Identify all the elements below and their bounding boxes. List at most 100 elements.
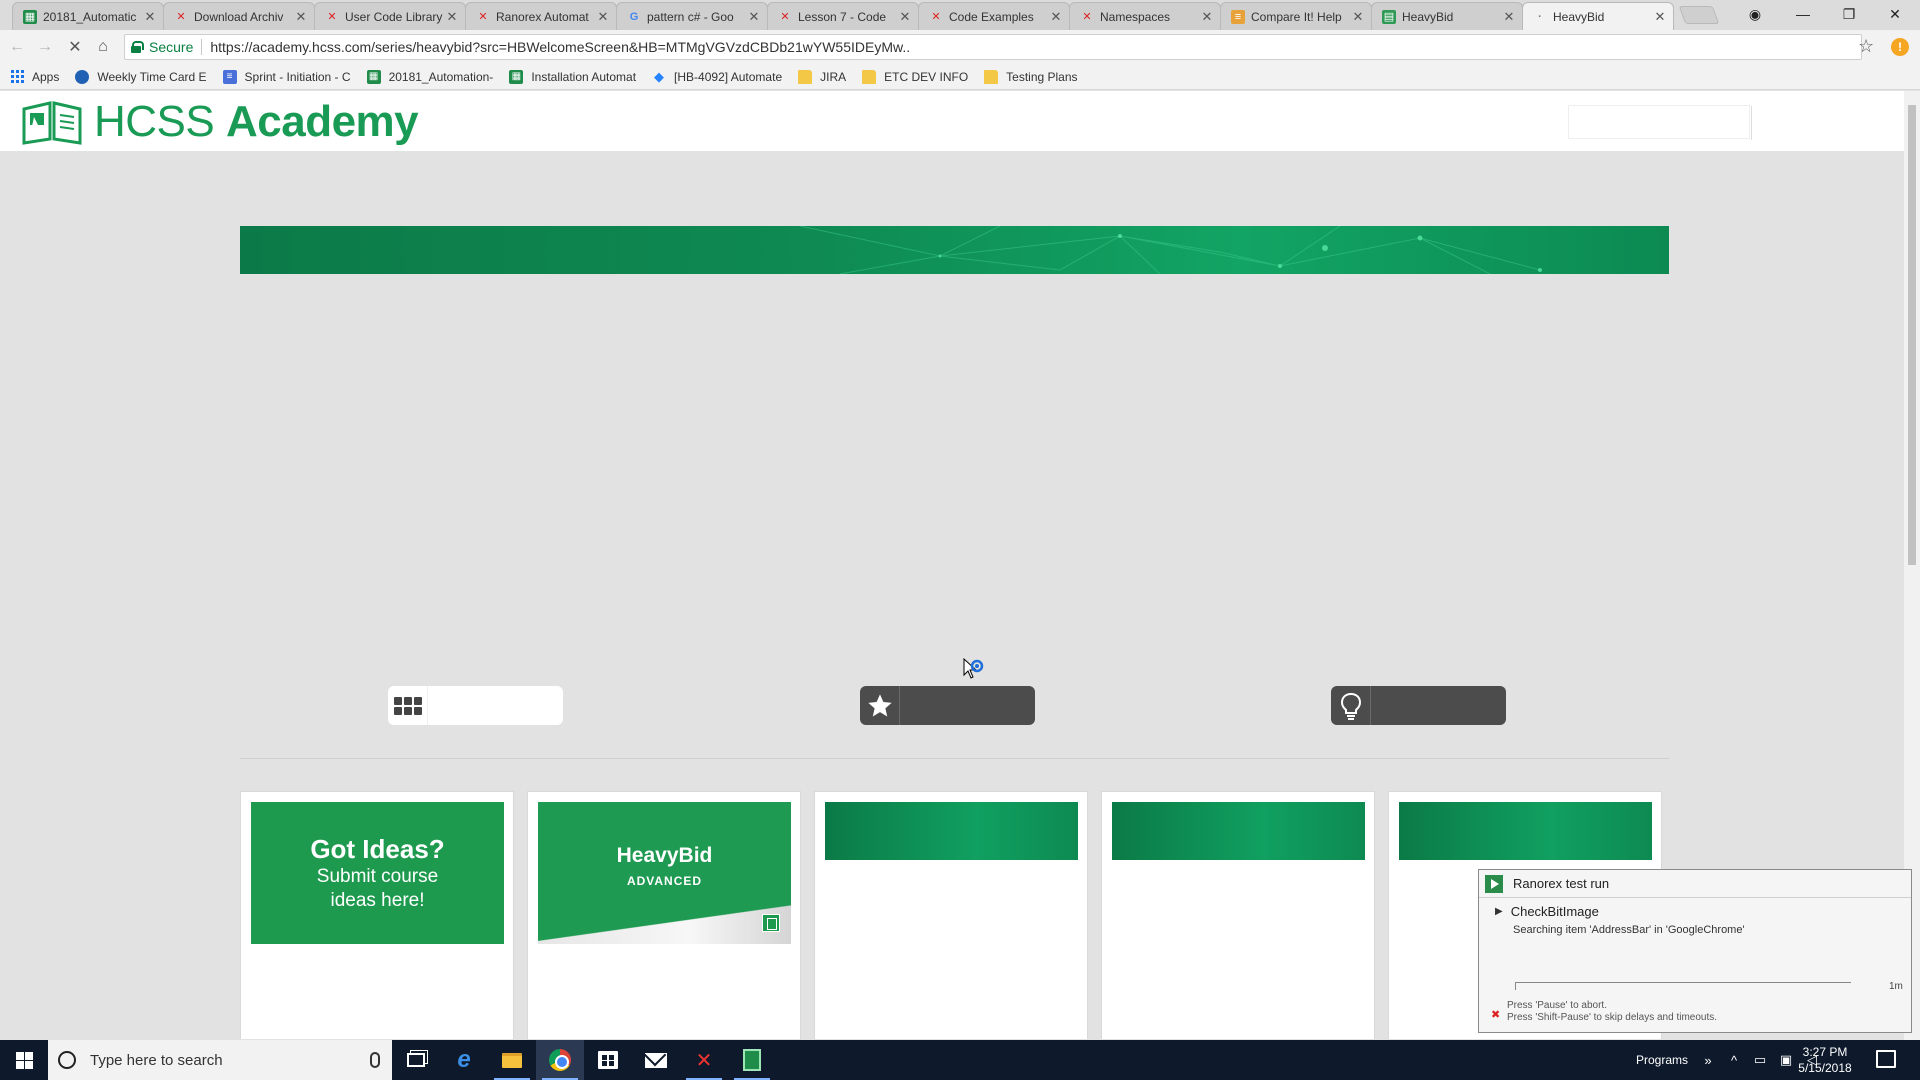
course-card[interactable] xyxy=(814,791,1088,1039)
card-subheading: ideas here! xyxy=(330,890,425,911)
close-icon[interactable]: ✕ xyxy=(1502,9,1516,25)
search-placeholder: Type here to search xyxy=(90,1051,223,1069)
address-bar[interactable]: Secure https://academy.hcss.com/series/h… xyxy=(124,34,1862,60)
browser-tab[interactable]: ✕ Download Archiv ✕ xyxy=(163,2,315,30)
battery-icon[interactable]: ▭ xyxy=(1750,1052,1770,1068)
notification-center-icon[interactable] xyxy=(1876,1050,1896,1068)
google-icon: G xyxy=(629,10,639,23)
ideas-filter-button[interactable] xyxy=(1331,686,1506,725)
logo-text-light: HCSS xyxy=(94,97,226,146)
task-view-button[interactable] xyxy=(392,1040,440,1080)
doc-icon: ≡ xyxy=(222,69,237,84)
new-tab-button[interactable] xyxy=(1678,6,1720,24)
edge-icon: e xyxy=(457,1046,471,1073)
home-button[interactable]: ⌂ xyxy=(92,36,114,58)
chevron-up-icon[interactable]: ^ xyxy=(1724,1053,1744,1068)
featured-filter-button[interactable] xyxy=(860,686,1035,725)
secure-label: Secure xyxy=(149,39,194,55)
ranorex-hint: Press 'Pause' to abort. Press 'Shift-Pau… xyxy=(1507,1000,1717,1024)
browser-tab[interactable]: ✕ Lesson 7 - Code ✕ xyxy=(767,2,919,30)
hint-line: Press 'Pause' to abort. xyxy=(1507,1000,1607,1011)
profile-icon[interactable]: ◉ xyxy=(1732,0,1778,28)
file-explorer-button[interactable] xyxy=(488,1040,536,1080)
microphone-icon[interactable] xyxy=(370,1052,380,1068)
browser-tab[interactable]: ✕ Ranorex Automat ✕ xyxy=(465,2,617,30)
window-close-button[interactable]: ✕ xyxy=(1872,0,1918,28)
header-search-box[interactable] xyxy=(1568,105,1752,140)
start-button[interactable] xyxy=(0,1040,48,1080)
chevron-right-icon[interactable]: » xyxy=(1698,1053,1718,1068)
timeout-progress-bar xyxy=(1515,982,1851,990)
card-subheading: Submit course xyxy=(316,866,439,887)
bookmarks-bar: Apps Weekly Time Card E ≡ Sprint - Initi… xyxy=(0,64,1920,90)
bookmark-folder[interactable]: JIRA xyxy=(798,69,846,84)
timeout-label: 1m xyxy=(1889,981,1903,992)
browser-tab[interactable]: ≡ Compare It! Help ✕ xyxy=(1220,2,1372,30)
tab-title: Compare It! Help xyxy=(1251,9,1342,24)
stop-button[interactable]: ✕ xyxy=(64,36,86,58)
programs-label[interactable]: Programs xyxy=(1636,1053,1688,1067)
card-thumbnail: HeavyBid ADVANCED xyxy=(538,802,791,944)
close-icon[interactable]: ✕ xyxy=(1653,9,1667,25)
course-card-heavybid-advanced[interactable]: HeavyBid ADVANCED xyxy=(527,791,801,1039)
browser-tab-active[interactable]: · HeavyBid ✕ xyxy=(1522,2,1674,31)
url-text[interactable]: https://academy.hcss.com/series/heavybid… xyxy=(210,39,910,55)
ranorex-button[interactable]: ✕ xyxy=(680,1040,728,1080)
jira-icon: ◆ xyxy=(654,68,665,84)
expand-triangle-icon[interactable]: ▶ xyxy=(1495,906,1503,917)
bookmark-label: Installation Automat xyxy=(531,69,637,84)
tab-title: Namespaces xyxy=(1100,9,1171,24)
close-icon[interactable]: ✕ xyxy=(1200,9,1214,25)
browser-tab[interactable]: ✕ Code Examples ✕ xyxy=(918,2,1070,30)
close-icon[interactable]: ✕ xyxy=(1351,9,1365,25)
close-icon[interactable]: ✕ xyxy=(1049,9,1063,25)
bookmark-folder[interactable]: ETC DEV INFO xyxy=(862,69,968,84)
close-icon[interactable]: ✕ xyxy=(898,9,912,25)
loading-dot-icon: · xyxy=(1538,11,1542,23)
browser-tab[interactable]: ✕ User Code Library ✕ xyxy=(314,2,466,30)
browser-tab[interactable]: ▤ HeavyBid ✕ xyxy=(1371,2,1523,30)
back-button[interactable]: ← xyxy=(6,36,28,58)
close-icon[interactable]: ✕ xyxy=(747,9,761,25)
chrome-button[interactable] xyxy=(536,1040,584,1080)
bookmark-item[interactable]: ◆ [HB-4092] Automate xyxy=(652,68,783,84)
taskbar-clock[interactable]: 3:27 PM 5/15/2018 xyxy=(1780,1044,1870,1076)
close-icon[interactable]: ✕ xyxy=(596,9,610,25)
extension-icon[interactable]: ! xyxy=(1891,38,1909,56)
forward-button[interactable]: → xyxy=(34,36,56,58)
bookmark-folder[interactable]: Testing Plans xyxy=(984,69,1078,84)
scrollbar-thumb[interactable] xyxy=(1908,105,1916,565)
store-button[interactable] xyxy=(584,1040,632,1080)
bookmark-apps[interactable]: Apps xyxy=(10,70,59,84)
spreadsheet-button[interactable] xyxy=(728,1040,776,1080)
tab-title: HeavyBid xyxy=(1553,10,1605,24)
course-card[interactable] xyxy=(1101,791,1375,1039)
bookmark-label: [HB-4092] Automate xyxy=(674,69,783,84)
close-icon[interactable]: ✕ xyxy=(143,9,157,25)
all-courses-filter-button[interactable] xyxy=(388,686,563,725)
bookmark-label: Weekly Time Card E xyxy=(97,69,207,84)
bookmark-item[interactable]: ▦ 20181_Automation- xyxy=(366,69,493,84)
edge-button[interactable]: e xyxy=(440,1040,488,1080)
bookmark-star-icon[interactable]: ☆ xyxy=(1858,36,1874,57)
hcss-academy-logo[interactable]: HCSS Academy xyxy=(20,97,419,147)
browser-tab[interactable]: G pattern c# - Goo ✕ xyxy=(616,2,768,30)
tab-title: Ranorex Automat xyxy=(496,9,589,24)
bookmark-item[interactable]: ≡ Sprint - Initiation - C xyxy=(222,69,351,84)
card-thumbnail xyxy=(825,802,1078,860)
bookmark-label: Testing Plans xyxy=(1006,69,1078,84)
taskbar-search[interactable]: Type here to search xyxy=(48,1040,392,1080)
bookmark-item[interactable]: ▦ Installation Automat xyxy=(509,69,637,84)
close-icon[interactable]: ✕ xyxy=(294,9,308,25)
bookmark-item[interactable]: Weekly Time Card E xyxy=(75,69,207,84)
restore-button[interactable]: ❐ xyxy=(1826,0,1872,28)
course-card-ideas[interactable]: Got Ideas? Submit course ideas here! xyxy=(240,791,514,1039)
minimize-button[interactable]: — xyxy=(1780,0,1826,28)
ranorex-step[interactable]: ▶ CheckBitImage xyxy=(1495,904,1599,919)
close-icon[interactable]: ✕ xyxy=(445,9,459,25)
tab-title: 20181_Automatic xyxy=(43,9,137,24)
browser-tab[interactable]: ▦ 20181_Automatic ✕ xyxy=(12,2,164,30)
mail-button[interactable] xyxy=(632,1040,680,1080)
browser-tab[interactable]: ✕ Namespaces ✕ xyxy=(1069,2,1221,30)
card-thumbnail xyxy=(1112,802,1365,860)
